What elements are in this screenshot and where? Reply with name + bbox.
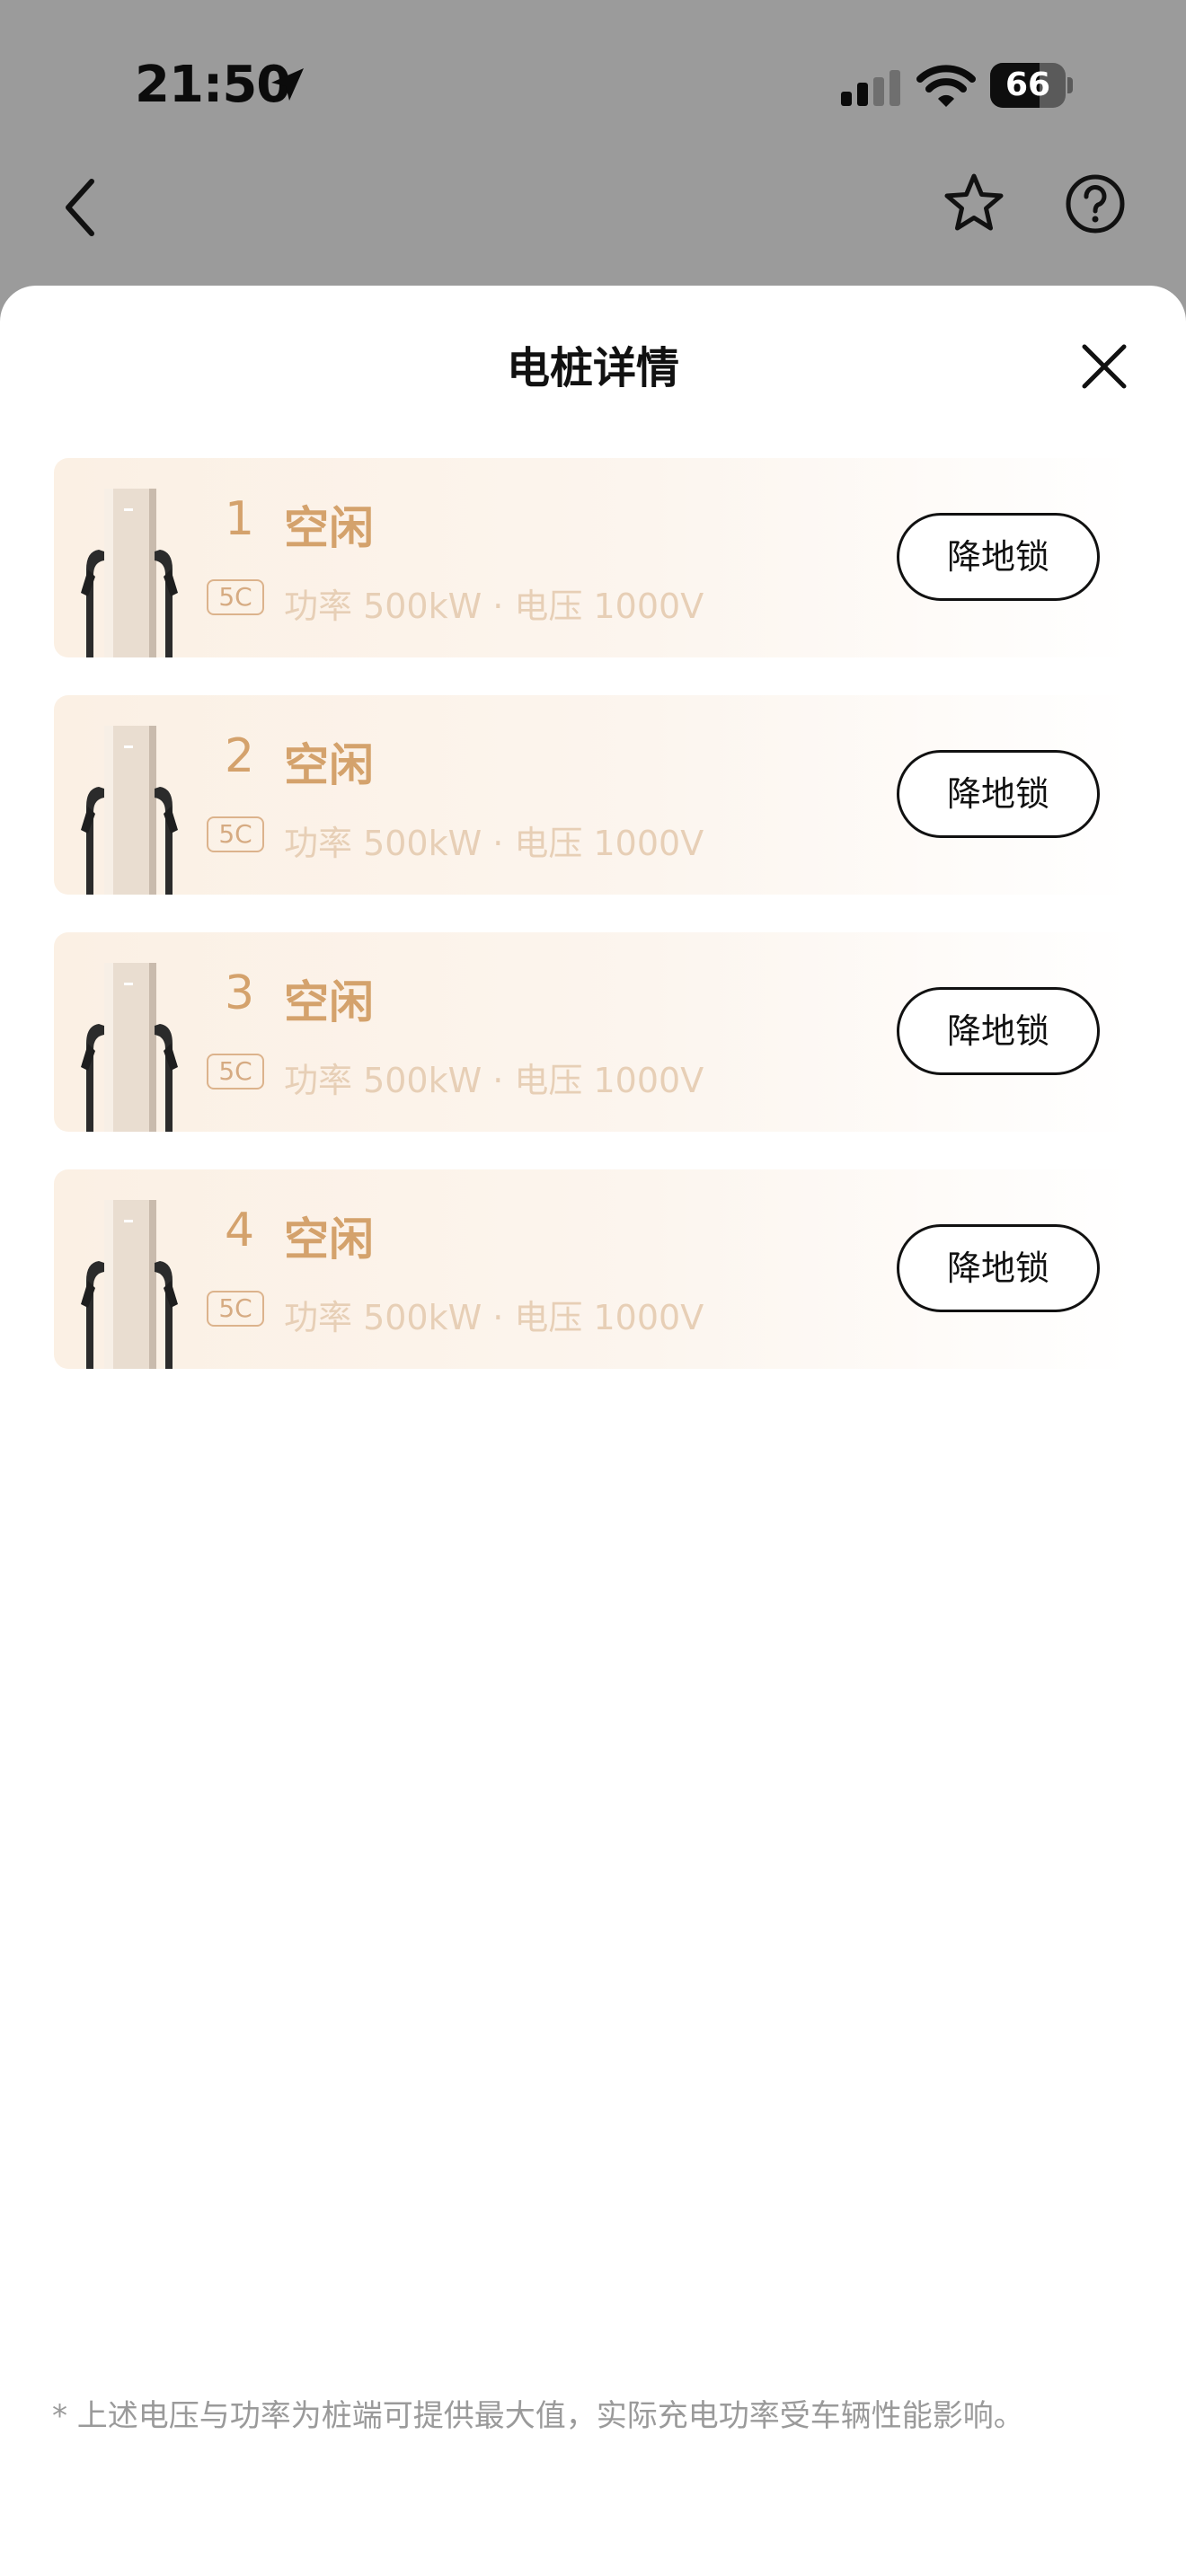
- charger-card: 1 空闲 5C 功率 500kW · 电压 1000V 降地锁: [54, 458, 1132, 657]
- charger-detail-sheet: 电桩详情 1 空闲 5C 功率 500kW · 电压 1000V 降地锁 2 空…: [0, 286, 1186, 2576]
- status-bar: 21:50 66: [0, 0, 1186, 171]
- pile-status: 空闲: [284, 1213, 374, 1266]
- pile-number: 2: [225, 729, 255, 783]
- charger-card: 3 空闲 5C 功率 500kW · 电压 1000V 降地锁: [54, 932, 1132, 1132]
- back-chevron-icon[interactable]: [59, 176, 104, 239]
- pile-spec: 功率 500kW · 电压 1000V: [284, 1061, 704, 1100]
- location-arrow-icon: [271, 68, 304, 101]
- pile-spec: 功率 500kW · 电压 1000V: [284, 1298, 704, 1337]
- charger-card: 2 空闲 5C 功率 500kW · 电压 1000V 降地锁: [54, 695, 1132, 895]
- charger-pile-image: [81, 489, 178, 657]
- rate-badge: 5C: [207, 579, 264, 615]
- lower-lock-button[interactable]: 降地锁: [897, 1224, 1100, 1312]
- pile-spec: 功率 500kW · 电压 1000V: [284, 587, 704, 626]
- rate-badge: 5C: [207, 1291, 264, 1327]
- footnote: * 上述电压与功率为桩端可提供最大值，实际充电功率受车辆性能影响。: [52, 2398, 1024, 2434]
- pile-status: 空闲: [284, 976, 374, 1028]
- charger-pile-image: [81, 1200, 178, 1369]
- pile-status: 空闲: [284, 502, 374, 554]
- top-nav-bar: [0, 171, 1186, 269]
- pile-number: 1: [225, 492, 255, 546]
- pile-status: 空闲: [284, 739, 374, 791]
- charger-pile-image: [81, 726, 178, 895]
- wifi-icon: [916, 65, 976, 107]
- lower-lock-button[interactable]: 降地锁: [897, 987, 1100, 1075]
- lower-lock-button[interactable]: 降地锁: [897, 513, 1100, 601]
- pile-number: 3: [225, 966, 255, 1020]
- pile-number: 4: [225, 1204, 255, 1257]
- lower-lock-button[interactable]: 降地锁: [897, 750, 1100, 838]
- battery-level: 66: [1005, 66, 1051, 103]
- signal-icon: [841, 70, 900, 106]
- help-icon[interactable]: [1064, 172, 1127, 235]
- charger-list: 1 空闲 5C 功率 500kW · 电压 1000V 降地锁 2 空闲 5C …: [54, 458, 1132, 1407]
- charger-card: 4 空闲 5C 功率 500kW · 电压 1000V 降地锁: [54, 1169, 1132, 1369]
- rate-badge: 5C: [207, 816, 264, 852]
- sheet-title: 电桩详情: [506, 343, 679, 393]
- charger-pile-image: [81, 963, 178, 1132]
- pile-spec: 功率 500kW · 电压 1000V: [284, 824, 704, 863]
- battery-indicator: 66: [990, 63, 1073, 108]
- rate-badge: 5C: [207, 1054, 264, 1090]
- close-icon[interactable]: [1081, 343, 1128, 390]
- favorite-star-icon[interactable]: [942, 171, 1006, 235]
